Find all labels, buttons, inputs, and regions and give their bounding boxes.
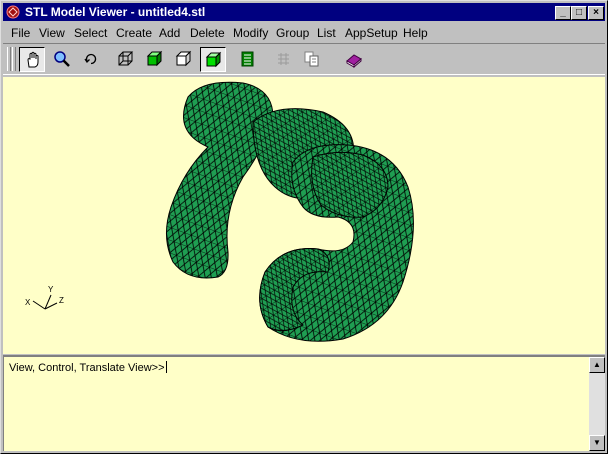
menu-list[interactable]: List <box>317 26 336 40</box>
menu-delete[interactable]: Delete <box>190 26 225 40</box>
disabled-grid-icon <box>278 53 289 65</box>
axis-x-label: X <box>25 298 31 307</box>
toolbar-grip[interactable] <box>7 47 11 71</box>
command-line[interactable]: View, Control, Translate View>> <box>9 361 167 374</box>
hidden-line-view-button[interactable] <box>171 47 197 72</box>
command-prompt: View, Control, Translate View>> <box>9 362 165 374</box>
model-viewport[interactable]: X Y Z <box>3 77 605 354</box>
book-icon <box>346 54 362 68</box>
outline-cube-icon <box>175 50 192 67</box>
toolbar-grip-2[interactable] <box>12 47 16 71</box>
menu-view[interactable]: View <box>39 26 65 40</box>
menu-file[interactable]: File <box>11 26 30 40</box>
title-bar[interactable]: STL Model Viewer - untitled4.stl _ □ × <box>3 3 605 21</box>
copy-icon <box>304 51 319 67</box>
grid-button[interactable] <box>271 47 297 72</box>
axis-z-label: Z <box>59 296 64 305</box>
shaded-cube-icon <box>205 51 222 68</box>
menu-create[interactable]: Create <box>116 26 152 40</box>
wireframe-cube-icon <box>118 51 134 66</box>
app-window: STL Model Viewer - untitled4.stl _ □ × F… <box>0 0 608 454</box>
menu-select[interactable]: Select <box>74 26 107 40</box>
toolbar <box>3 43 605 75</box>
copy-button[interactable] <box>299 47 325 72</box>
command-panel[interactable]: View, Control, Translate View>> ▲ ▼ <box>3 355 605 451</box>
green-cube-icon <box>146 50 163 67</box>
menu-bar: File View Select Create Add Delete Modif… <box>3 23 605 42</box>
command-scrollbar[interactable]: ▲ ▼ <box>589 357 605 451</box>
menu-help[interactable]: Help <box>403 26 428 40</box>
minimize-icon: _ <box>560 7 566 18</box>
zoom-icon <box>54 51 70 67</box>
wireframe-view-button[interactable] <box>113 47 139 72</box>
maximize-icon: □ <box>575 7 583 18</box>
menu-appsetup[interactable]: AppSetup <box>345 26 398 40</box>
scroll-down-button[interactable]: ▼ <box>589 435 605 451</box>
menu-group[interactable]: Group <box>276 26 309 40</box>
arrow-down-icon: ▼ <box>593 438 601 447</box>
rotate-tool-button[interactable] <box>78 47 104 72</box>
hand-icon <box>27 51 39 68</box>
help-book-button[interactable] <box>341 47 367 72</box>
model-mesh <box>166 81 414 342</box>
axis-triad <box>32 294 58 310</box>
axis-y-label: Y <box>48 285 54 294</box>
menu-modify[interactable]: Modify <box>233 26 268 40</box>
window-title: STL Model Viewer - untitled4.stl <box>25 5 206 19</box>
text-caret <box>165 361 167 373</box>
shaded-view-button[interactable] <box>200 47 226 72</box>
minimize-button[interactable]: _ <box>555 6 571 20</box>
menu-add[interactable]: Add <box>159 26 180 40</box>
list-button[interactable] <box>235 47 261 72</box>
list-icon <box>241 51 254 67</box>
maximize-button[interactable]: □ <box>571 6 587 20</box>
pan-tool-button[interactable] <box>19 47 45 72</box>
app-logo-icon <box>6 5 20 19</box>
rotate-icon <box>84 53 97 65</box>
solid-view-button[interactable] <box>142 47 168 72</box>
close-button[interactable]: × <box>588 6 604 20</box>
zoom-tool-button[interactable] <box>49 47 75 72</box>
scroll-up-button[interactable]: ▲ <box>589 357 605 373</box>
close-icon: × <box>593 7 599 18</box>
arrow-up-icon: ▲ <box>593 360 601 369</box>
stl-model: X Y Z <box>25 81 414 342</box>
